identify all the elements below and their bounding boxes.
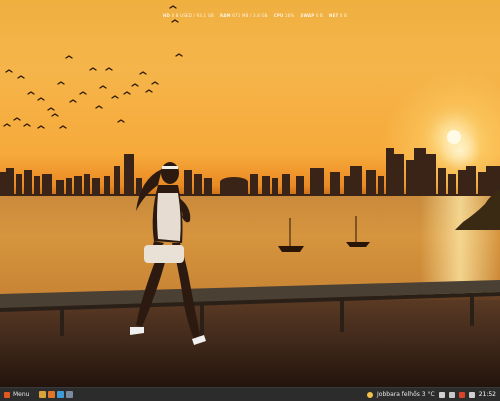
conky-cpu: CPU 16% xyxy=(273,12,295,18)
quick-launch xyxy=(39,391,74,398)
birds-flock xyxy=(3,5,183,129)
system-tray: Jobbara felhős 3 °C 21:52 xyxy=(367,391,500,398)
city-skyline xyxy=(0,148,500,200)
conky-ram: RAM 671 MB / 3.8 GB xyxy=(219,12,268,18)
update-icon[interactable] xyxy=(458,391,465,398)
app-icon[interactable] xyxy=(66,391,74,398)
network-icon[interactable] xyxy=(438,391,445,398)
runner-silhouette xyxy=(130,162,206,345)
clock[interactable]: 21:52 xyxy=(479,391,496,398)
battery-icon[interactable] xyxy=(468,391,475,398)
shoreline-trees xyxy=(455,190,500,230)
menu-label: Menu xyxy=(13,391,30,398)
guardrail xyxy=(0,280,500,336)
sailboat xyxy=(346,216,370,247)
weather-icon[interactable] xyxy=(367,391,374,398)
start-menu-button[interactable]: Menu xyxy=(0,388,33,401)
conky-net: NET 0 B xyxy=(329,12,348,18)
desktop-wallpaper: HD 0 B USED / 93.1 GB RAM 671 MB / 3.8 G… xyxy=(0,0,500,387)
conky-hd: HD 0 B USED / 93.1 GB xyxy=(163,12,214,18)
volume-icon[interactable] xyxy=(448,391,455,398)
menu-logo-icon xyxy=(4,391,10,398)
files-icon[interactable] xyxy=(39,391,47,398)
conky-system-monitor: HD 0 B USED / 93.1 GB RAM 671 MB / 3.8 G… xyxy=(163,10,347,20)
weather-text[interactable]: Jobbara felhős 3 °C xyxy=(377,391,435,398)
sailboat xyxy=(278,218,304,252)
terminal-icon[interactable] xyxy=(57,391,65,398)
browser-icon[interactable] xyxy=(48,391,56,398)
taskbar: Menu Jobbara felhős 3 °C 21:52 xyxy=(0,387,500,401)
conky-swap: SWAP 0 B xyxy=(300,12,324,18)
